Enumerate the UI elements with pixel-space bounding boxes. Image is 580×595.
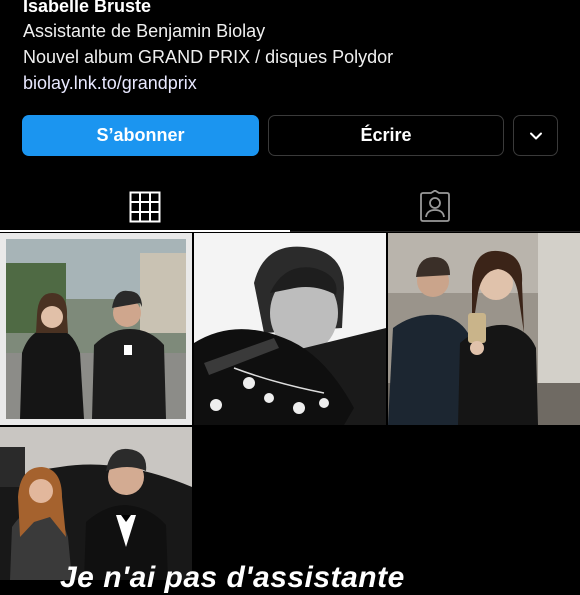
active-tab-indicator <box>0 230 290 232</box>
bio-line: Nouvel album GRAND PRIX / disques Polydo… <box>23 47 394 67</box>
post-image <box>0 233 192 425</box>
tab-tagged[interactable] <box>290 182 580 232</box>
chevron-down-icon <box>529 132 542 139</box>
story-overlay-caption: Je n'ai pas d'assistante <box>60 561 405 594</box>
tab-divider <box>290 231 580 232</box>
post-image <box>0 427 192 580</box>
more-button[interactable] <box>513 115 558 156</box>
tagged-person-icon <box>420 190 450 222</box>
post-thumbnail[interactable] <box>0 233 192 425</box>
bio-line: Assistante de Benjamin Biolay <box>23 21 266 41</box>
message-button[interactable]: Écrire <box>268 115 504 156</box>
profile-tabs <box>0 182 580 232</box>
profile-actions: S’abonner Écrire <box>22 115 558 156</box>
post-image <box>388 233 580 425</box>
post-thumbnail[interactable] <box>194 233 386 425</box>
posts-grid <box>0 233 580 580</box>
post-thumbnail[interactable] <box>0 427 192 580</box>
grid-icon <box>129 191 161 223</box>
post-thumbnail[interactable] <box>388 233 580 425</box>
follow-button[interactable]: S’abonner <box>22 115 259 156</box>
profile-bio: Isabelle Bruste Assistante de Benjamin B… <box>23 0 563 96</box>
profile-name: Isabelle Bruste <box>23 0 152 16</box>
profile-link[interactable]: biolay.lnk.to/grandprix <box>23 70 563 96</box>
post-image <box>194 233 386 425</box>
tab-posts-grid[interactable] <box>0 182 290 232</box>
